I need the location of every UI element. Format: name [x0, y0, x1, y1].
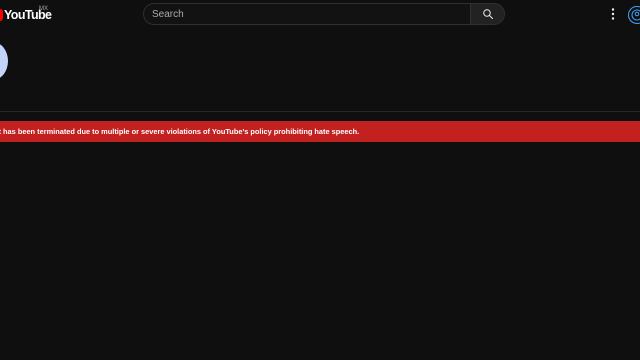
search-input[interactable] [152, 4, 462, 24]
channel-avatar [0, 42, 8, 80]
masthead: YouTube MX [0, 0, 640, 30]
search-icon [482, 9, 493, 19]
country-code: MX [39, 6, 48, 12]
sign-in-button[interactable] [628, 6, 640, 24]
header-divider [0, 111, 640, 112]
youtube-logo[interactable]: YouTube MX [0, 6, 52, 24]
alert-message: ot has been terminated due to multiple o… [0, 127, 360, 136]
termination-alert-banner: ot has been terminated due to multiple o… [0, 121, 640, 142]
channel-page: YouTube MX ot h [0, 0, 640, 360]
more-button[interactable] [605, 6, 621, 22]
youtube-play-icon [0, 9, 3, 21]
account-circle-icon [631, 9, 640, 21]
search-box [143, 3, 470, 25]
more-vert-icon [611, 8, 615, 20]
search-button[interactable] [470, 3, 505, 25]
